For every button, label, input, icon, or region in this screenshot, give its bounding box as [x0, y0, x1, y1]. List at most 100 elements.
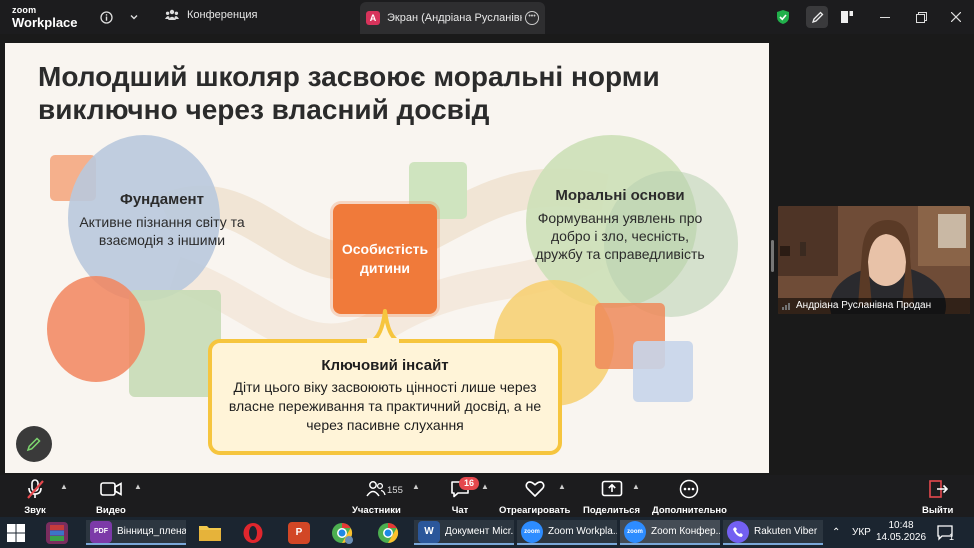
taskbar-word-document[interactable]: W Документ Micr... — [414, 520, 514, 545]
participants-options-caret-icon[interactable]: ▲ — [412, 482, 420, 491]
taskbar-zoom-meeting[interactable]: zoom Zoom Конфер... — [620, 520, 720, 545]
more-label: Дополнительно — [652, 505, 727, 516]
mic-muted-icon — [24, 478, 46, 500]
insight-callout: Ключовий інсайт Діти цього віку засвоюют… — [208, 339, 562, 455]
personality-box: Особистість дитини — [333, 204, 437, 314]
viber-icon — [727, 520, 749, 543]
share-options-caret-icon[interactable]: ▲ — [632, 482, 640, 491]
pencil-icon — [26, 437, 41, 452]
meeting-indicator[interactable]: Конференция — [165, 9, 257, 21]
video-button[interactable]: Видео — [96, 478, 126, 516]
zoom-workplace-logo: zoom Workplace — [12, 5, 78, 30]
restore-icon[interactable] — [912, 8, 930, 26]
slide-title: Молодший школяр засвоює моральні норми в… — [38, 61, 660, 125]
screen-share-tab[interactable]: A Экран (Андріана Русланівна Прод ••• — [360, 2, 545, 34]
taskbar-zoom-workplace[interactable]: zoom Zoom Workpla... — [517, 520, 617, 545]
word-icon: W — [418, 520, 440, 543]
chat-unread-badge: 16 — [459, 477, 479, 490]
foundation-block: Фундамент Активне пізнання світу та взає… — [77, 190, 247, 249]
zoom-meeting-icon: zoom — [624, 520, 646, 543]
meeting-label: Конференция — [187, 9, 258, 21]
encryption-shield-icon[interactable] — [774, 8, 792, 26]
chevron-down-icon[interactable] — [125, 8, 143, 26]
share-tab-title: Экран (Андріана Русланівна Прод — [387, 12, 522, 24]
taskbar-pdf-app[interactable]: PDF Вінниця_плена... — [86, 520, 186, 545]
view-options-icon[interactable] — [838, 8, 856, 26]
file-explorer-icon[interactable] — [198, 520, 222, 545]
info-icon[interactable] — [97, 8, 115, 26]
react-label: Отреагировать — [499, 505, 571, 516]
chrome-icon[interactable] — [376, 520, 400, 545]
input-language[interactable]: УКР — [852, 517, 871, 548]
tray-overflow-caret-icon[interactable]: ⌃ — [832, 517, 840, 548]
personality-label: Особистість дитини — [341, 241, 429, 276]
leave-label: Выйти — [922, 505, 954, 516]
foundation-body: Активне пізнання світу та взаємодія з ін… — [79, 214, 245, 248]
opera-icon[interactable] — [242, 520, 264, 545]
decor-square-blue — [633, 341, 693, 402]
participants-button[interactable]: Участники — [352, 478, 401, 516]
chat-label: Чат — [451, 505, 469, 516]
zoom-meeting-label: Zoom Конфер... — [651, 526, 720, 537]
pdf-app-label: Вінниця_плена... — [117, 526, 186, 537]
audio-options-caret-icon[interactable]: ▲ — [60, 482, 68, 491]
annotation-pen-button[interactable] — [16, 426, 52, 462]
share-screen-icon — [601, 478, 623, 500]
logo-line-1: zoom — [12, 5, 37, 15]
meeting-toolbar: Звук ▲ Видео ▲ Участники 155 ▲ Чат 16 ▲ … — [0, 475, 974, 517]
more-options-icon[interactable]: ••• — [525, 11, 539, 25]
audio-label: Звук — [24, 505, 46, 516]
participants-icon — [366, 478, 387, 500]
word-doc-label: Документ Micr... — [445, 526, 514, 537]
windows-start-icon[interactable] — [6, 520, 26, 545]
windows-taskbar: PDF Вінниця_плена... P W Документ Micr..… — [0, 517, 974, 548]
decor-circle-orange — [47, 276, 145, 382]
chrome-profile-icon[interactable] — [330, 520, 354, 545]
clock-time: 10:48 — [888, 520, 914, 531]
share-label: Поделиться — [583, 505, 641, 516]
powerpoint-icon[interactable]: P — [288, 520, 315, 545]
participant-name: Андріана Русланівна Продан — [778, 298, 970, 314]
audio-button[interactable]: Звук — [24, 478, 46, 516]
moral-basis-block: Моральні основи Формування уявлень про д… — [535, 186, 705, 263]
notifications-icon[interactable]: 1 — [936, 517, 954, 548]
moral-basis-heading: Моральні основи — [555, 187, 685, 204]
more-dots-icon — [679, 478, 699, 500]
logo-line-2: Workplace — [12, 15, 78, 30]
zoom-workplace-label: Zoom Workpla... — [548, 526, 617, 537]
clock-date: 14.05.2026 — [875, 532, 927, 543]
leave-door-icon — [928, 478, 948, 500]
meeting-stage: Молодший школяр засвоює моральні норми в… — [0, 34, 974, 475]
foundation-heading: Фундамент — [120, 191, 204, 208]
heart-icon — [525, 478, 545, 500]
moral-basis-body: Формування уявлень про добро і зло, чесн… — [535, 210, 705, 262]
viber-label: Rakuten Viber — [754, 526, 818, 537]
zoom-app-icon: zoom — [521, 520, 543, 543]
participants-icon — [165, 9, 179, 20]
chat-options-caret-icon[interactable]: ▲ — [481, 482, 489, 491]
insight-heading: Ключовий інсайт — [321, 357, 449, 374]
participants-count: 155 — [387, 485, 403, 496]
video-options-caret-icon[interactable]: ▲ — [134, 482, 142, 491]
close-icon[interactable] — [947, 8, 965, 26]
share-tab-avatar: A — [366, 11, 380, 25]
annotate-pen-icon[interactable] — [806, 6, 828, 28]
leave-button[interactable]: Выйти — [922, 478, 953, 516]
gallery-scrollbar[interactable] — [771, 240, 774, 272]
notification-count: 1 — [949, 532, 955, 542]
pointer-joint — [367, 338, 399, 344]
winrar-icon[interactable] — [46, 520, 73, 545]
more-button[interactable]: Дополнительно — [652, 478, 727, 516]
insight-body: Діти цього віку засвоюють цінності лише … — [228, 379, 542, 433]
shared-slide: Молодший школяр засвоює моральні норми в… — [5, 43, 769, 473]
minimize-icon[interactable] — [876, 8, 894, 26]
react-options-caret-icon[interactable]: ▲ — [558, 482, 566, 491]
participant-video-tile[interactable]: Андріана Русланівна Продан — [778, 206, 970, 314]
video-camera-icon — [100, 478, 122, 500]
system-clock[interactable]: 10:48 14.05.2026 — [872, 520, 930, 544]
taskbar-viber[interactable]: Rakuten Viber — [723, 520, 823, 545]
pdf-app-icon: PDF — [90, 520, 112, 543]
participants-label: Участники — [352, 505, 401, 516]
video-label: Видео — [96, 505, 126, 516]
zoom-title-bar: zoom Workplace Конференция A Экран (Андр… — [0, 0, 974, 34]
